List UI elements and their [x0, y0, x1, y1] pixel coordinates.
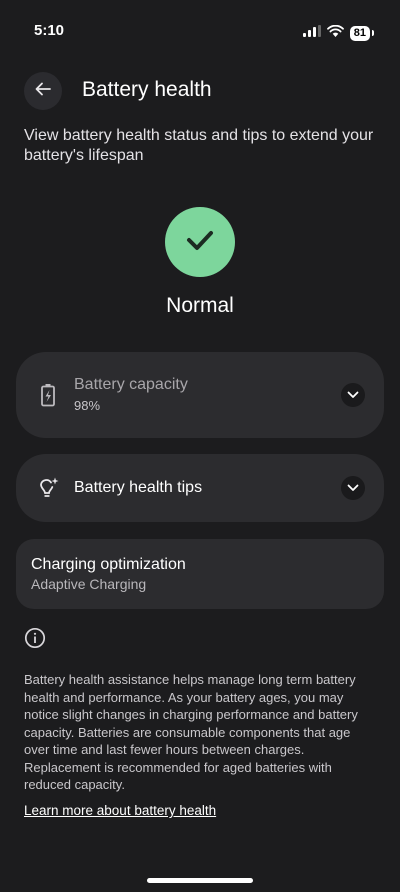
- signal-icon: [302, 24, 321, 42]
- battery-health-info-text: Battery health assistance helps manage l…: [24, 672, 358, 792]
- page-subtitle: View battery health status and tips to e…: [24, 127, 374, 164]
- battery-icon: 81: [349, 25, 375, 41]
- wifi-icon: [326, 24, 344, 42]
- learn-more-link[interactable]: Learn more about battery health: [24, 803, 216, 818]
- status-icons: 81: [302, 24, 375, 42]
- battery-charging-icon: [36, 383, 60, 407]
- info-icon: [24, 627, 46, 649]
- arrow-left-icon: [34, 80, 52, 103]
- health-status-circle: [165, 207, 235, 277]
- status-time: 5:10: [34, 22, 65, 39]
- lightbulb-sparkle-icon: [36, 476, 60, 500]
- home-indicator[interactable]: [147, 878, 253, 883]
- back-button[interactable]: [24, 72, 62, 110]
- battery-capacity-card[interactable]: Battery capacity 98%: [16, 352, 384, 438]
- battery-health-tips-card[interactable]: Battery health tips: [16, 454, 384, 522]
- health-status-label: Normal: [166, 294, 234, 317]
- battery-health-tips-title: Battery health tips: [74, 479, 203, 496]
- charging-optimization-value: Adaptive Charging: [31, 576, 147, 592]
- charging-optimization-title: Charging optimization: [31, 556, 186, 573]
- tips-expand-button[interactable]: [341, 476, 365, 500]
- battery-capacity-value: 98%: [74, 398, 101, 413]
- checkmark-icon: [186, 229, 214, 256]
- chevron-down-icon: [347, 479, 359, 497]
- status-bar: 5:10 81: [0, 0, 400, 60]
- charging-optimization-card[interactable]: Charging optimization Adaptive Charging: [16, 539, 384, 609]
- capacity-expand-button[interactable]: [341, 383, 365, 407]
- chevron-down-icon: [347, 386, 359, 404]
- page-title: Battery health: [82, 78, 212, 101]
- battery-capacity-title: Battery capacity: [74, 376, 188, 393]
